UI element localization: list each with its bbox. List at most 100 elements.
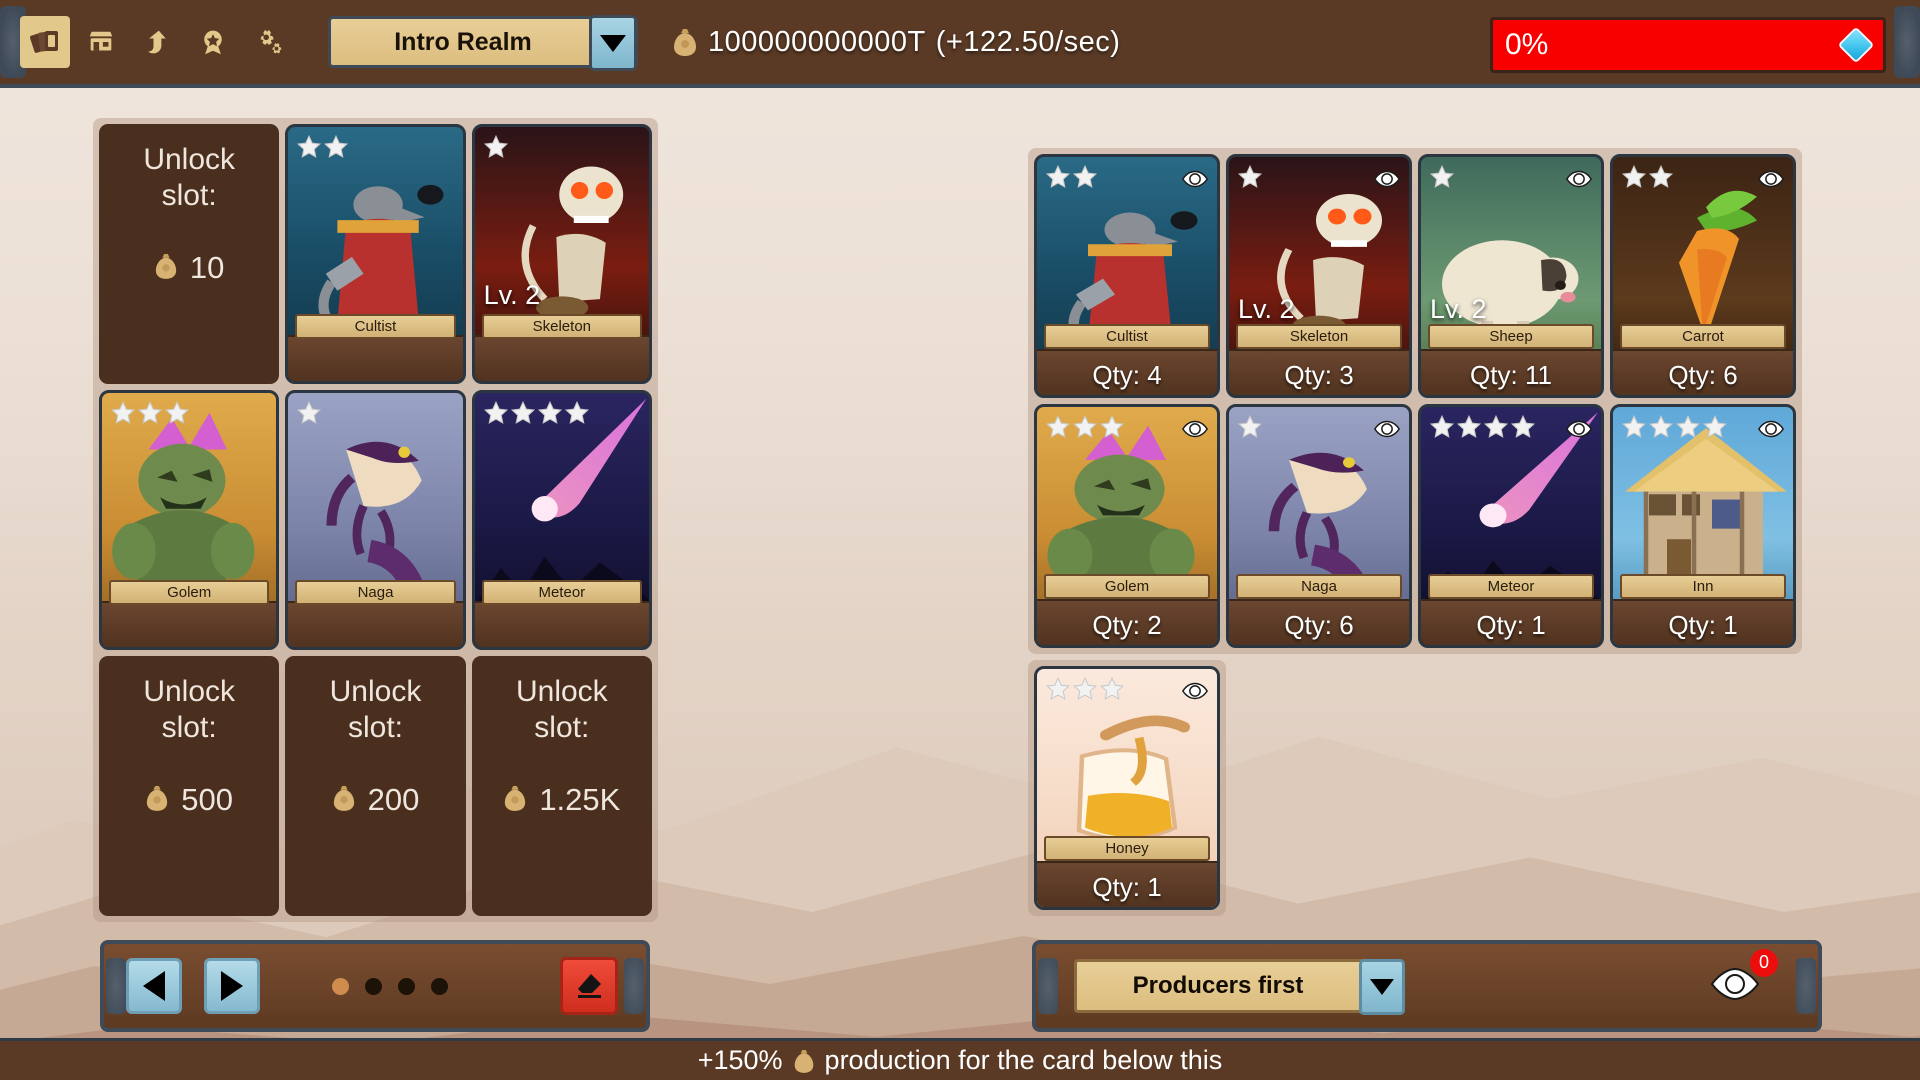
eraser-button[interactable] [560,957,618,1015]
card-meteor[interactable]: Meteor [471,390,652,650]
coin-bag-icon [145,784,169,817]
chevron-down-icon[interactable] [1359,959,1405,1015]
unlock-amount: 1.25K [539,782,621,817]
card-quantity: Qty: 6 [1668,360,1738,390]
unlock-label: Unlock slot: [515,675,608,744]
card-name: Honey [1044,836,1210,861]
card-honey[interactable]: Honey Qty: 1 [1034,666,1220,910]
locked-slot[interactable]: Unlock slot: 200 [285,656,466,916]
card-quantity: Qty: 3 [1284,360,1354,390]
toolbar-icons [20,16,294,68]
card-quantity: Qty: 4 [1092,360,1162,390]
star-rating [296,134,349,160]
card-name: Naga [1236,574,1402,599]
star-rating [1237,414,1263,440]
card-name: Inn [1620,574,1786,599]
tooltip-suffix: production for the card below this [824,1045,1223,1075]
next-page-button[interactable] [204,958,260,1014]
medal-icon[interactable] [188,16,238,68]
page-dot[interactable] [332,977,349,995]
currency-amount: 100000000000T [708,25,926,58]
card-name: Sheep [1428,324,1594,349]
card-quantity: Qty: 1 [1476,610,1546,640]
star-rating [1045,164,1098,190]
collection-panel: Cultist Qty: 4 Lv. 2 Skeleton Qty: 3 Lv.… [1028,148,1802,916]
coin-bag-icon [674,29,696,56]
coin-bag-icon [332,784,356,817]
card-cultist[interactable]: Cultist Qty: 4 [1034,154,1220,398]
star-rating [483,134,509,160]
top-bar: Intro Realm 100000000000T (+122.50/sec) … [0,0,1920,88]
coin-bag-icon [154,252,178,285]
page-dots [332,977,448,995]
star-rating [1237,164,1263,190]
card-sheep[interactable]: Lv. 2 Sheep Qty: 11 [1418,154,1604,398]
card-name: Golem [109,580,270,605]
card-golem[interactable]: Golem [99,390,280,650]
unlock-cost: 10 [154,250,224,286]
card-naga[interactable]: Naga [285,390,466,650]
unlock-cost: 1.25K [503,782,620,818]
deck-grid: Unlock slot: 10 Cultist Lv. 2 Skeleton G… [93,118,658,922]
locked-slot[interactable]: Unlock slot: 1.25K [471,656,652,916]
unlock-amount: 500 [181,782,234,817]
tooltip-prefix: +150% [697,1045,783,1075]
hidden-cards-button[interactable]: 0 [1708,948,1778,1010]
star-rating [1045,414,1125,440]
chevron-down-icon[interactable] [589,15,637,71]
card-name: Naga [295,580,456,605]
collection-grid: Cultist Qty: 4 Lv. 2 Skeleton Qty: 3 Lv.… [1028,148,1802,654]
coin-bag-icon [794,1049,813,1073]
collection-control-bar: Producers first 0 [1032,940,1822,1032]
collection-extra-row: Honey Qty: 1 [1028,660,1226,916]
card-naga[interactable]: Naga Qty: 6 [1226,404,1412,648]
currency-rate: (+122.50/sec) [935,25,1121,58]
unlock-cost: 500 [145,782,233,818]
shop-icon[interactable] [76,16,126,68]
card-cultist[interactable]: Cultist [285,124,466,384]
unlock-amount: 10 [189,250,225,285]
card-base [102,601,277,647]
hidden-count-badge: 0 [1750,948,1778,977]
card-quantity: Qty: 6 [1284,610,1354,640]
prev-page-button[interactable] [126,958,182,1014]
card-golem[interactable]: Golem Qty: 2 [1034,404,1220,648]
card-name: Skeleton [481,314,642,339]
card-name: Meteor [481,580,642,605]
deck-panel: Unlock slot: 10 Cultist Lv. 2 Skeleton G… [93,118,658,922]
realm-select[interactable]: Intro Realm [328,15,638,71]
star-rating [1429,414,1536,440]
card-skeleton[interactable]: Lv. 2 Skeleton [471,124,652,384]
card-name: Golem [1044,574,1210,599]
card-carrot[interactable]: Carrot Qty: 6 [1610,154,1796,398]
locked-slot[interactable]: Unlock slot: 10 [99,124,280,384]
currency-display: 100000000000T (+122.50/sec) [672,26,1120,59]
page-dot[interactable] [431,977,448,995]
settings-icon[interactable] [244,16,294,68]
star-rating [1045,676,1125,702]
page-dot[interactable] [398,977,415,995]
star-rating [483,400,590,426]
gem-icon [1837,26,1875,64]
unlock-label: Unlock slot: [143,675,236,744]
upgrade-icon[interactable] [132,16,182,68]
star-rating [1621,414,1728,440]
card-base [288,335,463,381]
card-name: Cultist [295,314,456,339]
card-level: Lv. 2 [1238,294,1295,324]
card-skeleton[interactable]: Lv. 2 Skeleton Qty: 3 [1226,154,1412,398]
card-quantity: Qty: 11 [1470,360,1552,390]
progress-bar[interactable]: 0% [1490,17,1886,73]
locked-slot[interactable]: Unlock slot: 500 [99,656,280,916]
card-name: Meteor [1428,574,1594,599]
deck-nav-bar [100,940,650,1032]
tooltip-bar: +150% production for the card below this [0,1038,1920,1080]
card-inn[interactable]: Inn Qty: 1 [1610,404,1796,648]
sort-label: Producers first [1132,972,1304,999]
sort-select[interactable]: Producers first [1074,959,1405,1015]
card-base [474,601,649,647]
page-dot[interactable] [365,977,382,995]
card-base [474,335,649,381]
cards-icon[interactable] [20,16,70,68]
card-meteor[interactable]: Meteor Qty: 1 [1418,404,1604,648]
